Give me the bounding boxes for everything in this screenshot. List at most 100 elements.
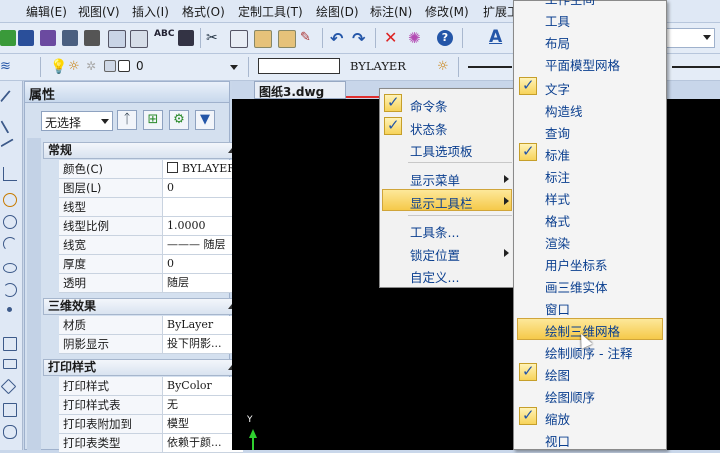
- menu-format[interactable]: 格式(O): [182, 3, 225, 20]
- plot-icon[interactable]: [84, 30, 100, 46]
- text-style-icon[interactable]: A: [489, 27, 505, 47]
- submenu-item-viewport[interactable]: 视口: [545, 431, 570, 450]
- submenu-item-draworder[interactable]: 绘图顺序: [545, 387, 595, 406]
- paste-icon[interactable]: [254, 30, 272, 48]
- submenu-item-tools[interactable]: 工具: [545, 11, 570, 30]
- select-objects-icon[interactable]: ⊞: [143, 110, 163, 130]
- menu-item-command-bar[interactable]: 命令条: [410, 96, 448, 115]
- spellcheck-icon[interactable]: ABC: [154, 29, 174, 45]
- submenu-item-xline[interactable]: 构造线: [545, 101, 583, 120]
- menu-item-show-toolbar[interactable]: 显示工具栏: [410, 193, 473, 212]
- copy-icon[interactable]: [230, 30, 248, 48]
- linetype-icon[interactable]: ☼: [437, 59, 449, 74]
- new-icon[interactable]: [0, 30, 16, 46]
- menu-dimension[interactable]: 标注(N): [370, 3, 412, 20]
- submenu-item-ucs[interactable]: 用户坐标系: [545, 255, 608, 274]
- arc-icon[interactable]: [3, 237, 17, 251]
- color-swatch[interactable]: [258, 58, 340, 74]
- filter-icon[interactable]: ▼: [195, 110, 215, 130]
- quick-select-icon[interactable]: ⚙: [169, 110, 189, 130]
- menu-item-customize[interactable]: 自定义...: [410, 267, 459, 286]
- property-row[interactable]: 透明 随层: [59, 274, 243, 293]
- ray-icon[interactable]: [0, 114, 20, 134]
- submenu-item-layout[interactable]: 布局: [545, 33, 570, 52]
- submenu-item-styles[interactable]: 样式: [545, 189, 570, 208]
- property-row[interactable]: 厚度 0: [59, 255, 243, 274]
- chevron-down-icon[interactable]: [703, 35, 711, 40]
- color-swatch-icon[interactable]: [118, 60, 130, 72]
- undo-icon[interactable]: ↶: [330, 29, 346, 48]
- lock-icon[interactable]: [104, 60, 116, 72]
- submenu-item-render[interactable]: 渲染: [545, 233, 570, 252]
- preview-icon[interactable]: [108, 30, 126, 48]
- find-icon[interactable]: [178, 30, 194, 46]
- submenu-item-text[interactable]: 文字: [545, 79, 570, 98]
- submenu-item-inquiry[interactable]: 查询: [545, 123, 570, 142]
- section-3d-effects[interactable]: 三维效果: [43, 298, 243, 315]
- submenu-item-workspace[interactable]: 工作空间: [545, 0, 595, 8]
- drawing-tab[interactable]: 图纸3.dwg: [254, 81, 346, 99]
- bulb-icon[interactable]: 💡: [50, 59, 67, 75]
- property-row[interactable]: 材质 ByLayer: [59, 316, 243, 335]
- submenu-item-draworder-annotation[interactable]: 绘制顺序 - 注释: [545, 343, 632, 362]
- submenu-item-draw[interactable]: 绘图: [545, 365, 570, 384]
- menu-item-toolbars[interactable]: 工具条...: [410, 222, 459, 241]
- menu-draw[interactable]: 绘图(D): [316, 3, 359, 20]
- submenu-item-window[interactable]: 窗口: [545, 299, 570, 318]
- freeze-icon[interactable]: ✲: [86, 59, 102, 75]
- property-row[interactable]: 打印样式表无: [59, 396, 243, 415]
- menu-view[interactable]: 视图(V): [78, 3, 120, 20]
- save-icon[interactable]: [18, 30, 34, 46]
- submenu-item-standard[interactable]: 标准: [545, 145, 570, 164]
- point-icon[interactable]: [7, 307, 12, 312]
- lineweight-sample[interactable]: [468, 66, 512, 68]
- spline-icon[interactable]: [3, 167, 17, 181]
- menu-item-tool-palette[interactable]: 工具选项板: [410, 141, 473, 160]
- line-icon[interactable]: [0, 90, 20, 110]
- submenu-item-plane-mesh[interactable]: 平面模型网格: [545, 55, 620, 74]
- save-as-icon[interactable]: [40, 30, 56, 46]
- menu-edit[interactable]: 编辑(E): [26, 3, 67, 20]
- elliptical-arc-icon[interactable]: [3, 283, 17, 297]
- submenu-item-3d-solid[interactable]: 画三维实体: [545, 277, 608, 296]
- submenu-item-format[interactable]: 格式: [545, 211, 570, 230]
- polygon-icon[interactable]: [0, 378, 17, 395]
- section-general[interactable]: 常规: [43, 142, 243, 159]
- menu-insert[interactable]: 插入(I): [132, 3, 169, 20]
- layer-manager-icon[interactable]: ≋: [0, 59, 16, 75]
- region-icon[interactable]: [3, 403, 17, 417]
- property-row[interactable]: 线宽 ——— 随层: [59, 236, 243, 255]
- rectangle-icon[interactable]: [3, 337, 17, 351]
- menu-item-show-menu[interactable]: 显示菜单: [410, 170, 460, 189]
- menu-custom-tools[interactable]: 定制工具(T): [238, 3, 303, 20]
- property-row[interactable]: 线型: [59, 198, 243, 217]
- menu-item-lock-position[interactable]: 锁定位置: [410, 245, 460, 264]
- property-row[interactable]: 线型比例 1.0000: [59, 217, 243, 236]
- plotstyle-sample[interactable]: [672, 66, 720, 68]
- menu-item-status-bar[interactable]: 状态条: [410, 119, 448, 138]
- submenu-item-dimension[interactable]: 标注: [545, 167, 570, 186]
- section-plot-style[interactable]: 打印样式: [43, 359, 243, 376]
- property-row[interactable]: 打印表附加到 模型: [59, 415, 243, 434]
- delete-icon[interactable]: ✕: [384, 28, 400, 47]
- circle-icon[interactable]: [3, 215, 17, 229]
- linetype-value[interactable]: BYLAYER: [350, 59, 406, 73]
- property-row[interactable]: 打印表类型 依赖于颜...: [59, 434, 243, 453]
- print-icon[interactable]: [62, 30, 78, 46]
- purge-icon[interactable]: ✺: [408, 29, 424, 47]
- chevron-down-icon[interactable]: [101, 119, 109, 124]
- toggle-pickadd-icon[interactable]: ᛏ: [117, 110, 137, 130]
- cut-icon[interactable]: ✂: [206, 30, 222, 46]
- ellipse-icon[interactable]: [3, 263, 17, 273]
- match-properties-icon[interactable]: ✎: [300, 30, 316, 46]
- hatch-icon[interactable]: [3, 359, 17, 369]
- property-row[interactable]: 颜色(C) BYLAYER: [59, 160, 243, 179]
- pencil-icon[interactable]: [3, 193, 17, 207]
- chevron-down-icon[interactable]: [230, 65, 238, 70]
- property-row[interactable]: 阴影显示 投下阴影...: [59, 335, 243, 354]
- paste-special-icon[interactable]: [278, 30, 296, 48]
- submenu-item-zoom[interactable]: 缩放: [545, 409, 570, 428]
- revcloud-icon[interactable]: [3, 425, 17, 439]
- polyline-icon[interactable]: [0, 138, 20, 158]
- selection-dropdown[interactable]: 无选择: [41, 111, 113, 131]
